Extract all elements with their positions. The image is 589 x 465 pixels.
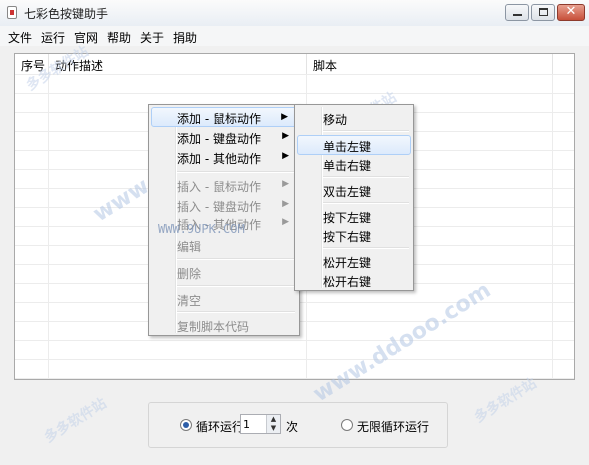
menu-website[interactable]: 官网 [74, 29, 98, 46]
menu-help[interactable]: 帮助 [107, 29, 131, 46]
menu-item-insert-keyboard-action[interactable]: 插入 - 键盘动作 ▶ [151, 195, 297, 215]
menu-item-label: 添加 - 其他动作 [177, 152, 261, 166]
watermark-text: WWW.9UPK.COM [158, 222, 245, 236]
submenu-item-release-left[interactable]: 松开左键 [297, 251, 411, 271]
menu-separator [323, 247, 409, 249]
menu-item-label: 添加 - 键盘动作 [177, 132, 261, 146]
menu-item-label: 双击左键 [323, 185, 372, 199]
menu-item-add-mouse-action[interactable]: 添加 - 鼠标动作 ▶ [151, 107, 297, 127]
maximize-button[interactable] [531, 4, 555, 21]
submenu-arrow-icon: ▶ [282, 199, 289, 209]
menu-item-label: 插入 - 键盘动作 [177, 200, 261, 214]
menu-item-delete[interactable]: 删除 [151, 262, 297, 282]
menu-item-clear[interactable]: 清空 [151, 289, 297, 309]
watermark-text: 多多软件站 [471, 375, 540, 427]
maximize-icon [539, 8, 548, 16]
menu-separator [177, 311, 295, 313]
submenu-item-move[interactable]: 移动 [297, 108, 411, 128]
context-menu: 添加 - 鼠标动作 ▶ 添加 - 键盘动作 ▶ 添加 - 其他动作 ▶ 插入 - 鼠标… [148, 104, 300, 336]
submenu-arrow-icon: ▶ [282, 217, 289, 227]
menu-about[interactable]: 关于 [140, 29, 164, 46]
menu-item-label: 添加 - 鼠标动作 [177, 112, 261, 126]
menu-item-edit[interactable]: 编辑 [151, 235, 297, 255]
submenu-item-release-right[interactable]: 松开右键 [297, 270, 411, 290]
list-header: 序号 动作描述 脚本 [15, 54, 574, 75]
app-icon [7, 6, 17, 19]
menu-file[interactable]: 文件 [8, 29, 32, 46]
close-icon: ✕ [565, 4, 577, 19]
infinite-loop-radio[interactable] [341, 419, 353, 431]
menu-item-label: 按下左键 [323, 211, 372, 225]
menu-item-label: 单击左键 [323, 140, 372, 154]
column-header-script[interactable]: 脚本 [307, 54, 553, 74]
menu-item-copy-script[interactable]: 复制脚本代码 [151, 315, 297, 335]
submenu-item-right-click[interactable]: 单击右键 [297, 154, 411, 174]
menu-donate[interactable]: 捐助 [173, 29, 197, 46]
menu-item-label: 编辑 [177, 240, 202, 254]
menu-separator [323, 130, 409, 132]
loop-run-label[interactable]: 循环运行 [196, 418, 244, 435]
column-header-description[interactable]: 动作描述 [49, 54, 307, 74]
menu-item-label: 按下右键 [323, 230, 372, 244]
watermark-text: 多多软件站 [41, 395, 110, 447]
menu-item-label: 删除 [177, 267, 202, 281]
submenu-arrow-icon: ▶ [282, 179, 289, 189]
menu-separator [177, 285, 295, 287]
infinite-loop-label[interactable]: 无限循环运行 [357, 418, 429, 435]
loop-run-radio[interactable] [180, 419, 192, 431]
menu-run[interactable]: 运行 [41, 29, 65, 46]
loop-options-group: 循环运行 ▲ ▼ 次 无限循环运行 [148, 402, 448, 448]
menu-item-label: 松开左键 [323, 256, 372, 270]
menu-separator [323, 176, 409, 178]
submenu-item-double-click-left[interactable]: 双击左键 [297, 180, 411, 200]
submenu-arrow-icon: ▶ [282, 131, 289, 141]
title-bar: 七彩色按键助手 ✕ [0, 0, 589, 27]
menu-separator [323, 202, 409, 204]
minimize-icon [513, 14, 522, 16]
submenu-item-press-left[interactable]: 按下左键 [297, 206, 411, 226]
column-divider [48, 74, 49, 379]
spin-up-icon[interactable]: ▲ [266, 415, 280, 424]
menu-item-label: 松开右键 [323, 275, 372, 289]
menu-item-insert-mouse-action[interactable]: 插入 - 鼠标动作 ▶ [151, 175, 297, 195]
column-divider [552, 74, 553, 379]
window-title: 七彩色按键助手 [24, 7, 109, 21]
loop-count-stepper[interactable]: ▲ ▼ [240, 414, 281, 434]
menu-item-add-other-action[interactable]: 添加 - 其他动作 ▶ [151, 147, 297, 167]
submenu-item-press-right[interactable]: 按下右键 [297, 225, 411, 245]
menu-item-label: 复制脚本代码 [177, 320, 250, 334]
menu-item-add-keyboard-action[interactable]: 添加 - 键盘动作 ▶ [151, 127, 297, 147]
column-header-index[interactable]: 序号 [15, 54, 49, 74]
menu-separator [177, 258, 295, 260]
close-button[interactable]: ✕ [557, 4, 585, 21]
loop-count-unit: 次 [286, 420, 299, 434]
menu-separator [177, 171, 295, 173]
submenu-arrow-icon: ▶ [282, 151, 289, 161]
submenu-arrow-icon: ▶ [281, 112, 288, 122]
menu-item-label: 移动 [323, 113, 348, 127]
menu-item-label: 插入 - 鼠标动作 [177, 180, 261, 194]
menu-item-label: 单击右键 [323, 159, 372, 173]
mouse-action-submenu: 移动 单击左键 单击右键 双击左键 按下左键 按下右键 松开左键 松开右键 [294, 104, 414, 291]
submenu-item-left-click[interactable]: 单击左键 [297, 135, 411, 155]
spin-down-icon[interactable]: ▼ [266, 424, 280, 433]
menu-bar: 文件 运行 官网 帮助 关于 捐助 [0, 26, 589, 46]
menu-item-label: 清空 [177, 294, 202, 308]
minimize-button[interactable] [505, 4, 529, 21]
loop-count-input[interactable] [243, 416, 265, 432]
